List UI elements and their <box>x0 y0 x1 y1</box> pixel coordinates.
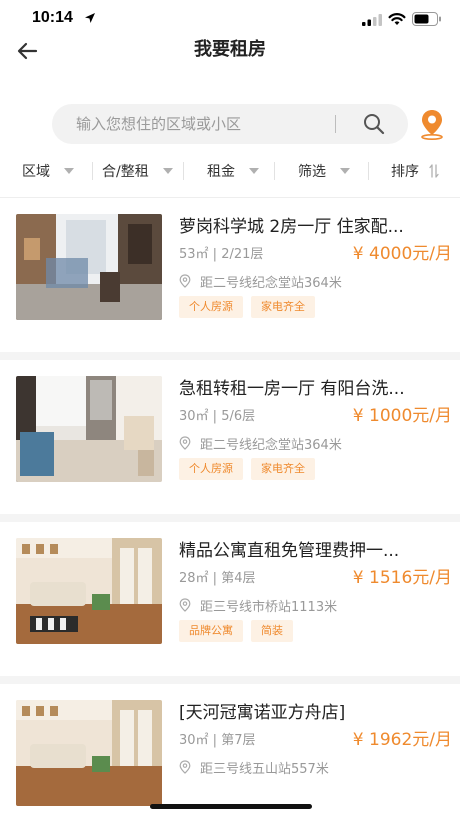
filter-divider <box>92 162 93 180</box>
listing-meta: 28㎡ | 第4层 <box>179 571 256 586</box>
chevron-down-icon <box>249 168 259 174</box>
chevron-down-icon <box>162 168 173 174</box>
listing-meta: 30㎡ | 5/6层 <box>179 409 256 424</box>
sort-icon <box>429 164 439 178</box>
listing-tag: 个人房源 <box>179 296 243 318</box>
filter-bar: 区域 合/整租 租金 筛选 排序 <box>0 156 460 198</box>
listing-floor: 第7层 <box>221 733 256 748</box>
location-pin-icon <box>179 760 191 774</box>
listing-location-text: 距二号线纪念堂站364米 <box>200 437 342 453</box>
filter-more-label: 筛选 <box>298 164 326 180</box>
home-indicator[interactable] <box>150 804 312 809</box>
listing-title: 精品公寓直租免管理费押一... <box>179 541 400 561</box>
listing-location: 距二号线纪念堂站364米 <box>179 272 342 291</box>
wifi-icon <box>388 13 406 25</box>
listing-floor: 第4层 <box>221 571 256 586</box>
listing-tag: 品牌公寓 <box>179 620 243 642</box>
filter-more[interactable]: 筛选 <box>298 156 350 186</box>
listing-card[interactable]: 精品公寓直租免管理费押一... 28㎡ | 第4层 ¥ 1516元/月 距三号线… <box>0 522 460 684</box>
listing-tags: 品牌公寓 简装 <box>179 620 301 642</box>
filter-sort[interactable]: 排序 <box>391 156 439 186</box>
status-bar: 10:14 <box>0 0 460 36</box>
listing-photo <box>16 538 162 644</box>
listing-area: 28㎡ <box>179 571 209 586</box>
listing-photo <box>16 214 162 320</box>
listing-tag: 个人房源 <box>179 458 243 480</box>
filter-area[interactable]: 区域 <box>22 156 74 186</box>
listing-price: ¥ 1962元/月 <box>352 730 452 750</box>
location-pin-icon <box>179 436 191 450</box>
search-icon[interactable] <box>363 113 385 135</box>
filter-rent-type-label: 合/整租 <box>102 164 149 180</box>
map-pin-icon[interactable] <box>418 108 446 140</box>
cellular-signal-icon <box>362 14 382 26</box>
listing-location: 距三号线市桥站1113米 <box>179 596 338 615</box>
listing-card[interactable]: 急租转租一房一厅 有阳台洗... 30㎡ | 5/6层 ¥ 1000元/月 距二… <box>0 360 460 522</box>
listing-price: ¥ 1000元/月 <box>352 406 452 426</box>
listing-floor: 5/6层 <box>221 409 256 424</box>
listing-area: 53㎡ <box>179 247 209 262</box>
listing-price: ¥ 1516元/月 <box>352 568 452 588</box>
listing-area: 30㎡ <box>179 409 209 424</box>
listing-location-text: 距三号线市桥站1113米 <box>200 599 338 615</box>
listing-title: 急租转租一房一厅 有阳台洗... <box>179 379 405 399</box>
filter-sort-label: 排序 <box>391 164 419 180</box>
listing-price: ¥ 4000元/月 <box>352 244 452 264</box>
listing-location-text: 距二号线纪念堂站364米 <box>200 275 342 291</box>
nav-bar: 我要租房 <box>0 36 460 84</box>
listing-photo <box>16 376 162 482</box>
search-input[interactable] <box>76 104 316 144</box>
listing-meta: 30㎡ | 第7层 <box>179 733 256 748</box>
listing-tag: 家电齐全 <box>251 296 315 318</box>
listing-card[interactable]: [天河冠寓诺亚方舟店] 30㎡ | 第7层 ¥ 1962元/月 距三号线五山站5… <box>0 684 460 818</box>
filter-price[interactable]: 租金 <box>207 156 259 186</box>
page-title: 我要租房 <box>194 39 266 60</box>
listing-tags: 个人房源 家电齐全 <box>179 296 323 318</box>
search-row <box>0 104 460 148</box>
listing-tags: 个人房源 家电齐全 <box>179 458 323 480</box>
listing-area: 30㎡ <box>179 733 209 748</box>
listing-location: 距二号线纪念堂站364米 <box>179 434 342 453</box>
listing-meta: 53㎡ | 2/21层 <box>179 247 264 262</box>
filter-divider <box>274 162 275 180</box>
chevron-down-icon <box>64 168 74 174</box>
listing-tag: 简装 <box>251 620 293 642</box>
filter-divider <box>183 162 184 180</box>
listing-card[interactable]: 萝岗科学城 2房一厅 住家配... 53㎡ | 2/21层 ¥ 4000元/月 … <box>0 198 460 360</box>
search-box <box>52 104 408 144</box>
chevron-down-icon <box>340 168 350 174</box>
listing-tag: 家电齐全 <box>251 458 315 480</box>
filter-area-label: 区域 <box>22 164 50 180</box>
listing-title: [天河冠寓诺亚方舟店] <box>179 703 346 723</box>
battery-icon <box>412 12 441 26</box>
listing-floor: 2/21层 <box>221 247 264 262</box>
listing-photo <box>16 700 162 806</box>
filter-rent-type[interactable]: 合/整租 <box>102 156 173 186</box>
filter-divider <box>368 162 369 180</box>
location-pin-icon <box>179 598 191 612</box>
listing-location-text: 距三号线五山站557米 <box>200 761 329 777</box>
listing-location: 距三号线五山站557米 <box>179 758 329 777</box>
search-divider <box>335 115 336 133</box>
location-pin-icon <box>179 274 191 288</box>
listing-title: 萝岗科学城 2房一厅 住家配... <box>179 217 404 237</box>
status-time: 10:14 <box>32 9 73 26</box>
location-arrow-icon <box>85 13 95 23</box>
filter-price-label: 租金 <box>207 164 235 180</box>
